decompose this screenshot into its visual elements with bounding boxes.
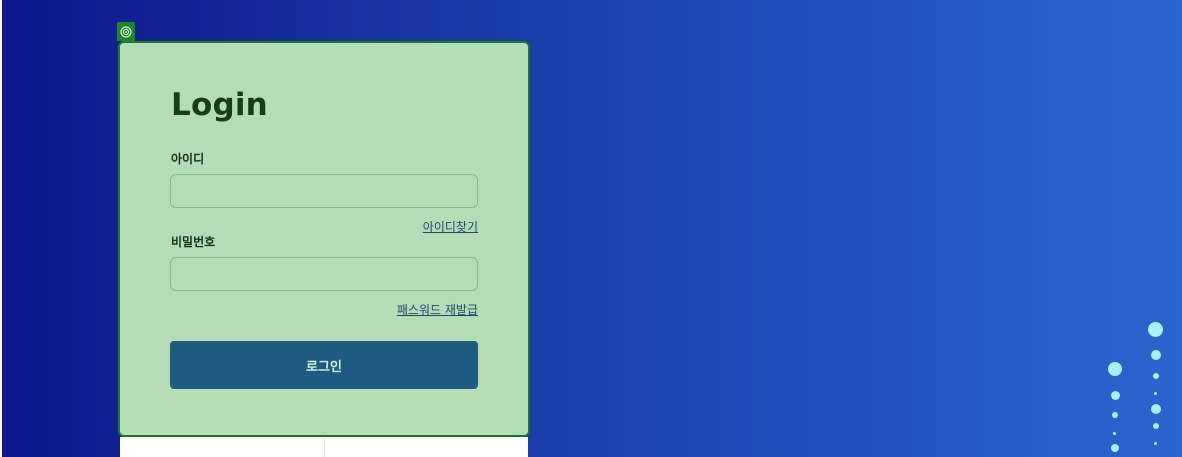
decor-dot — [1112, 412, 1118, 418]
page-left-edge — [0, 0, 2, 457]
decor-dot — [1153, 373, 1159, 379]
decor-dot — [1153, 423, 1159, 429]
decor-dot — [1154, 392, 1157, 395]
page-title: Login — [171, 87, 268, 123]
decor-dot — [1111, 391, 1120, 400]
login-button[interactable]: 로그인 — [170, 341, 478, 389]
id-input[interactable] — [170, 174, 478, 208]
below-card-panel — [120, 437, 528, 457]
target-icon — [117, 22, 135, 41]
find-id-link[interactable]: 아이디찾기 — [423, 218, 478, 235]
decor-dot — [1111, 444, 1119, 452]
id-label: 아이디 — [171, 152, 205, 166]
decor-dot — [1151, 350, 1161, 360]
password-input[interactable] — [170, 257, 478, 291]
password-label: 비밀번호 — [171, 235, 216, 249]
decor-dot — [1108, 362, 1122, 376]
decor-dot — [1154, 442, 1157, 445]
decor-dot — [1113, 432, 1116, 435]
panel-divider — [324, 437, 325, 457]
decor-dot — [1151, 404, 1161, 414]
reset-password-link[interactable]: 패스워드 재발급 — [397, 301, 478, 318]
login-card: Login 아이디 아이디찾기 비밀번호 패스워드 재발급 로그인 — [118, 41, 530, 437]
decor-dot — [1148, 322, 1163, 337]
